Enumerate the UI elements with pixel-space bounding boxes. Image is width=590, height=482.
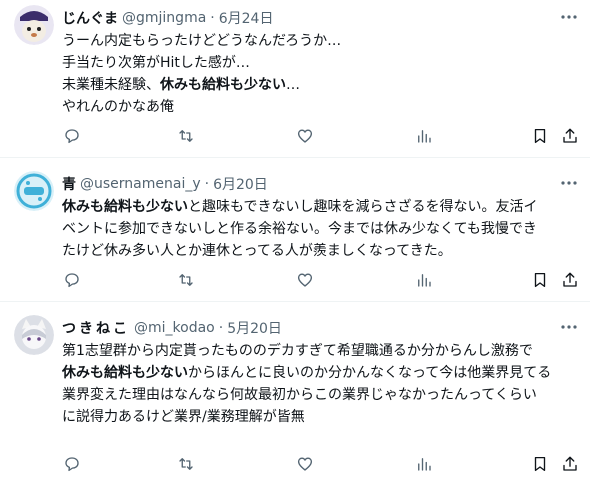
separator-dot: · [218,320,224,336]
tweet-line: 未業種未経験、休みも給料も少ない… [62,74,580,96]
user-handle[interactable]: @mi_kodao [134,320,215,336]
heart-icon[interactable] [295,454,315,474]
text-run: ベントに参加できないしと作る余裕ない。今までは休み少なくても我慢でき [62,221,537,237]
tweet-line: に説得力あるけど業界/業務理解が皆無 [62,406,580,428]
tweet-line: ベントに参加できないしと作る余裕ない。今までは休み少なくても我慢でき [62,218,580,240]
user-handle[interactable]: @gmjingma [122,10,206,26]
tweet-date[interactable]: 6月20日 [213,174,268,194]
tweet-line: 業界変えた理由はなんなら何故最初からこの業界じゃなかったんってくらい [62,384,580,406]
tweet-text: うーん内定もらったけどどうなんだろうか… 手当たり次第がHitした感が… 未業種… [62,30,580,118]
more-dots-icon[interactable] [558,6,580,28]
highlighted-phrase: 休みも給料も少ない [160,77,286,93]
avatar[interactable] [14,5,54,45]
text-run: と趣味もできないし趣味を減らさざるを得ない。友活イ [188,199,538,215]
tweet-line: 休みも給料も少ないからほんとに良いのか分かんなくなって今は他業界見てる [62,362,580,384]
tweet[interactable]: 青 @usernamenai_y · 6月20日 休みも給料も少ないと趣味もでき… [0,158,590,302]
tweet-line: やれんのかなあ俺 [62,96,580,118]
tweet-header: つきねこ @mi_kodao · 5月20日 [62,318,580,338]
tweet[interactable]: つきねこ @mi_kodao · 5月20日 第1志望群から内定貰ったもののデカ… [0,302,590,482]
separator-dot: · [204,176,210,192]
share-arrow-icon[interactable] [560,270,580,290]
tweet-date[interactable]: 5月20日 [227,318,282,338]
bookmark-icon[interactable] [530,270,550,290]
action-bar [0,270,590,290]
text-run: たけど休み多い人とか連休とってる人が羨ましくなってきた。 [62,243,452,259]
heart-icon[interactable] [295,270,315,290]
text-run: 第1志望群から内定貰ったもののデカすぎて希望職通るか分からんし激務で [62,343,533,359]
tweet-text: 第1志望群から内定貰ったもののデカすぎて希望職通るか分からんし激務で 休みも給料… [62,340,580,428]
heart-icon[interactable] [295,126,315,146]
reply-bubble-icon[interactable] [62,454,82,474]
retweet-arrows-icon[interactable] [176,454,196,474]
text-run: うーん内定もらったけどどうなんだろうか… [62,33,342,49]
text-run: に説得力あるけど業界/業務理解が皆無 [62,409,305,425]
separator-dot: · [210,10,215,26]
timeline-feed: じんぐま @gmjingma · 6月24日 うーん内定もらったけどどうなんだろ… [0,0,590,482]
tweet-header: じんぐま @gmjingma · 6月24日 [62,8,580,28]
tweet[interactable]: じんぐま @gmjingma · 6月24日 うーん内定もらったけどどうなんだろ… [0,0,590,158]
text-run: 手当たり次第がHitした感が… [62,55,250,71]
tweet-line: 手当たり次第がHitした感が… [62,52,580,74]
more-dots-icon[interactable] [558,316,580,338]
bookmark-icon[interactable] [530,454,550,474]
bookmark-icon[interactable] [530,126,550,146]
text-run: 業界変えた理由はなんなら何故最初からこの業界じゃなかったんってくらい [62,387,537,403]
action-bar [0,126,590,146]
text-run: 未業種未経験、 [62,77,160,93]
share-arrow-icon[interactable] [560,126,580,146]
tweet-line: たけど休み多い人とか連休とってる人が羨ましくなってきた。 [62,240,580,262]
highlighted-phrase: 休みも給料も少ない [62,199,188,215]
display-name[interactable]: じんぐま [62,8,118,28]
tweet-text: 休みも給料も少ないと趣味もできないし趣味を減らさざるを得ない。友活イ ベントに参… [62,196,580,262]
display-name[interactable]: つきねこ [62,318,130,338]
share-arrow-icon[interactable] [560,454,580,474]
avatar[interactable] [14,171,54,211]
retweet-arrows-icon[interactable] [176,270,196,290]
more-dots-icon[interactable] [558,172,580,194]
bar-chart-icon[interactable] [414,270,434,290]
reply-bubble-icon[interactable] [62,126,82,146]
tweet-header: 青 @usernamenai_y · 6月20日 [62,174,580,194]
display-name[interactable]: 青 [62,174,76,194]
avatar[interactable] [14,315,54,355]
text-run: やれんのかなあ俺 [62,99,174,115]
user-handle[interactable]: @usernamenai_y [80,176,201,192]
tweet-line: 休みも給料も少ないと趣味もできないし趣味を減らさざるを得ない。友活イ [62,196,580,218]
highlighted-phrase: 休みも給料も少ない [62,365,188,381]
text-run: … [286,77,300,93]
tweet-line: 第1志望群から内定貰ったもののデカすぎて希望職通るか分からんし激務で [62,340,580,362]
action-bar [0,454,590,474]
tweet-date[interactable]: 6月24日 [219,8,274,28]
bar-chart-icon[interactable] [414,454,434,474]
retweet-arrows-icon[interactable] [176,126,196,146]
bar-chart-icon[interactable] [414,126,434,146]
text-run: からほんとに良いのか分かんなくなって今は他業界見てる [188,365,552,381]
reply-bubble-icon[interactable] [62,270,82,290]
tweet-line: うーん内定もらったけどどうなんだろうか… [62,30,580,52]
